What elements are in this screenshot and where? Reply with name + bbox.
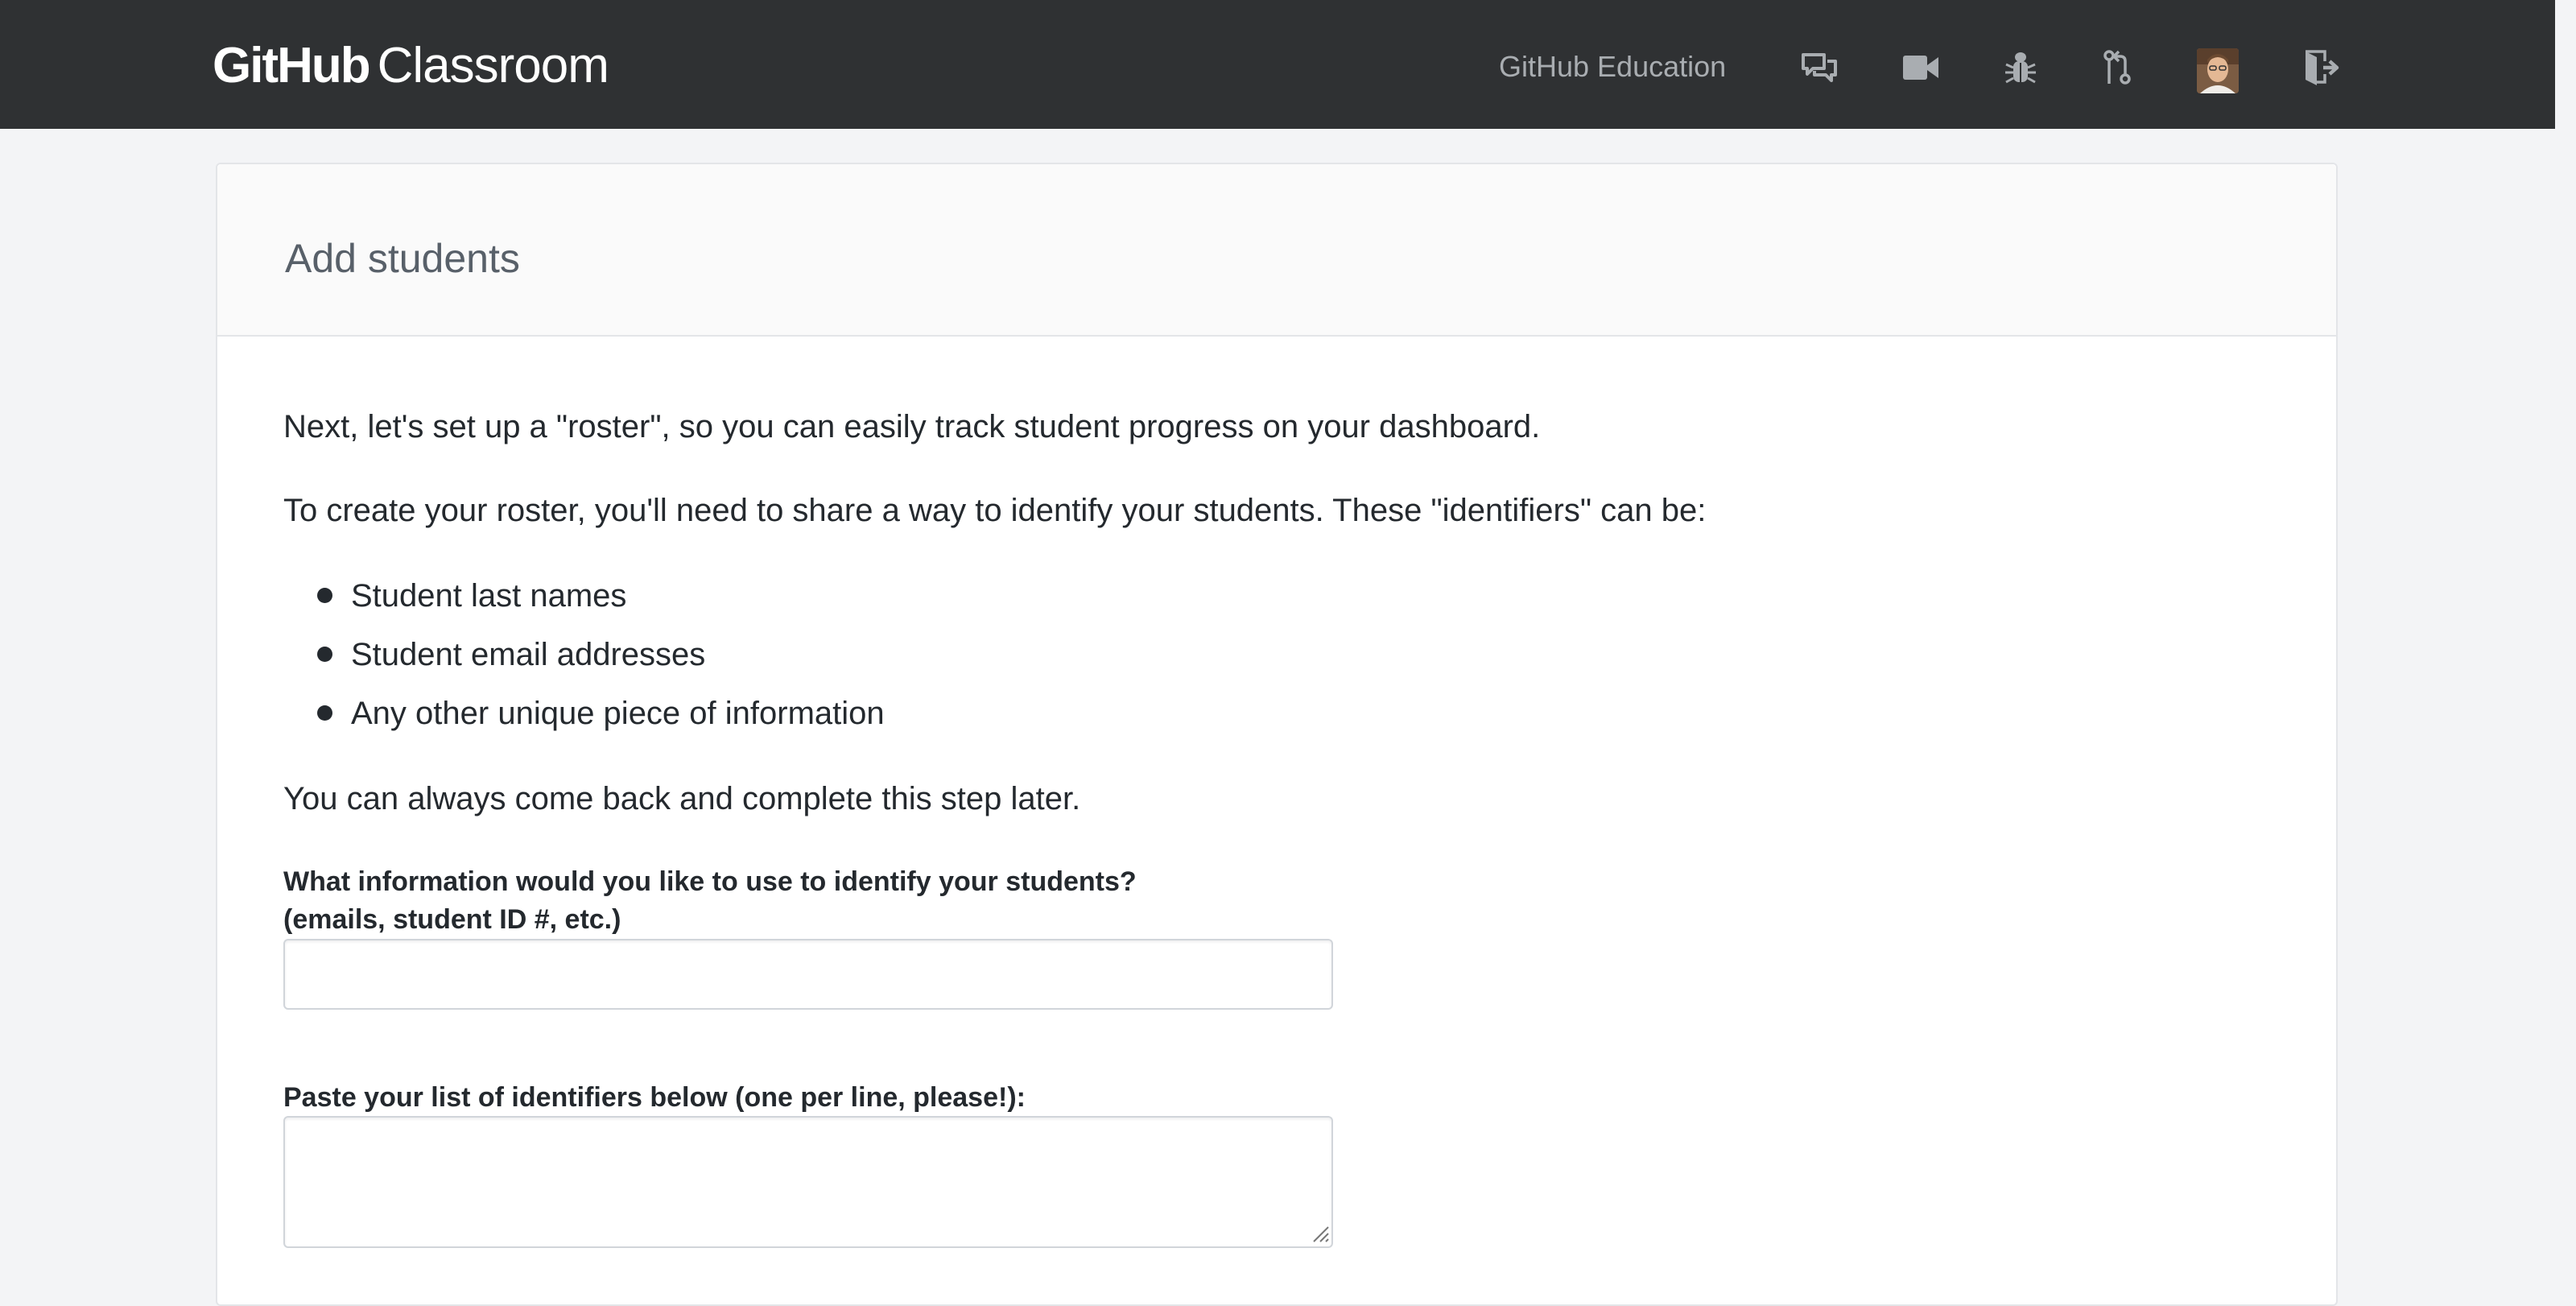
identifier-type-input[interactable] (283, 939, 1333, 1010)
identifier-type-label: What information would you like to use t… (283, 863, 1137, 939)
identifier-list-label: Paste your list of identifiers below (on… (283, 1082, 1026, 1113)
identifier-type-label-line1: What information would you like to use t… (283, 866, 1137, 897)
bullet-icon (317, 647, 332, 662)
identifier-options-list: Student last names Student email address… (283, 573, 885, 750)
logo-classroom-text: Classroom (377, 38, 609, 93)
list-item: Student email addresses (283, 632, 885, 691)
logo-github-text: GitHub (213, 38, 371, 93)
github-education-link[interactable]: GitHub Education (1499, 50, 1726, 84)
list-item-label: Student email addresses (351, 637, 706, 672)
identifier-list-textarea[interactable] (283, 1116, 1333, 1248)
roster-explain-text: To create your roster, you'll need to sh… (283, 493, 1707, 528)
later-note-text: You can always come back and complete th… (283, 781, 1081, 816)
github-classroom-logo[interactable]: GitHub Classroom (213, 37, 609, 93)
git-pull-request-icon[interactable] (2098, 48, 2136, 87)
list-item-label: Any other unique piece of information (351, 696, 885, 731)
identifier-type-label-line2: (emails, student ID #, etc.) (283, 904, 621, 935)
list-item: Student last names (283, 573, 885, 632)
comment-discussion-icon[interactable] (1800, 48, 1839, 87)
card-header: Add students (217, 164, 2336, 337)
roster-intro-text: Next, let's set up a "roster", so you ca… (283, 409, 1541, 444)
sign-out-icon[interactable] (2302, 48, 2341, 87)
bullet-icon (317, 705, 332, 721)
resize-handle-icon[interactable] (1311, 1224, 1330, 1243)
bug-icon[interactable] (2001, 48, 2040, 87)
list-item-label: Student last names (351, 578, 627, 614)
video-icon[interactable] (1901, 48, 1940, 87)
avatar[interactable] (2197, 48, 2239, 93)
page-title: Add students (285, 236, 520, 281)
list-item: Any other unique piece of information (283, 691, 885, 750)
bullet-icon (317, 588, 332, 603)
scrollbar-gutter (2555, 0, 2576, 1289)
top-navbar: GitHub Classroom GitHub Education (0, 0, 2555, 129)
